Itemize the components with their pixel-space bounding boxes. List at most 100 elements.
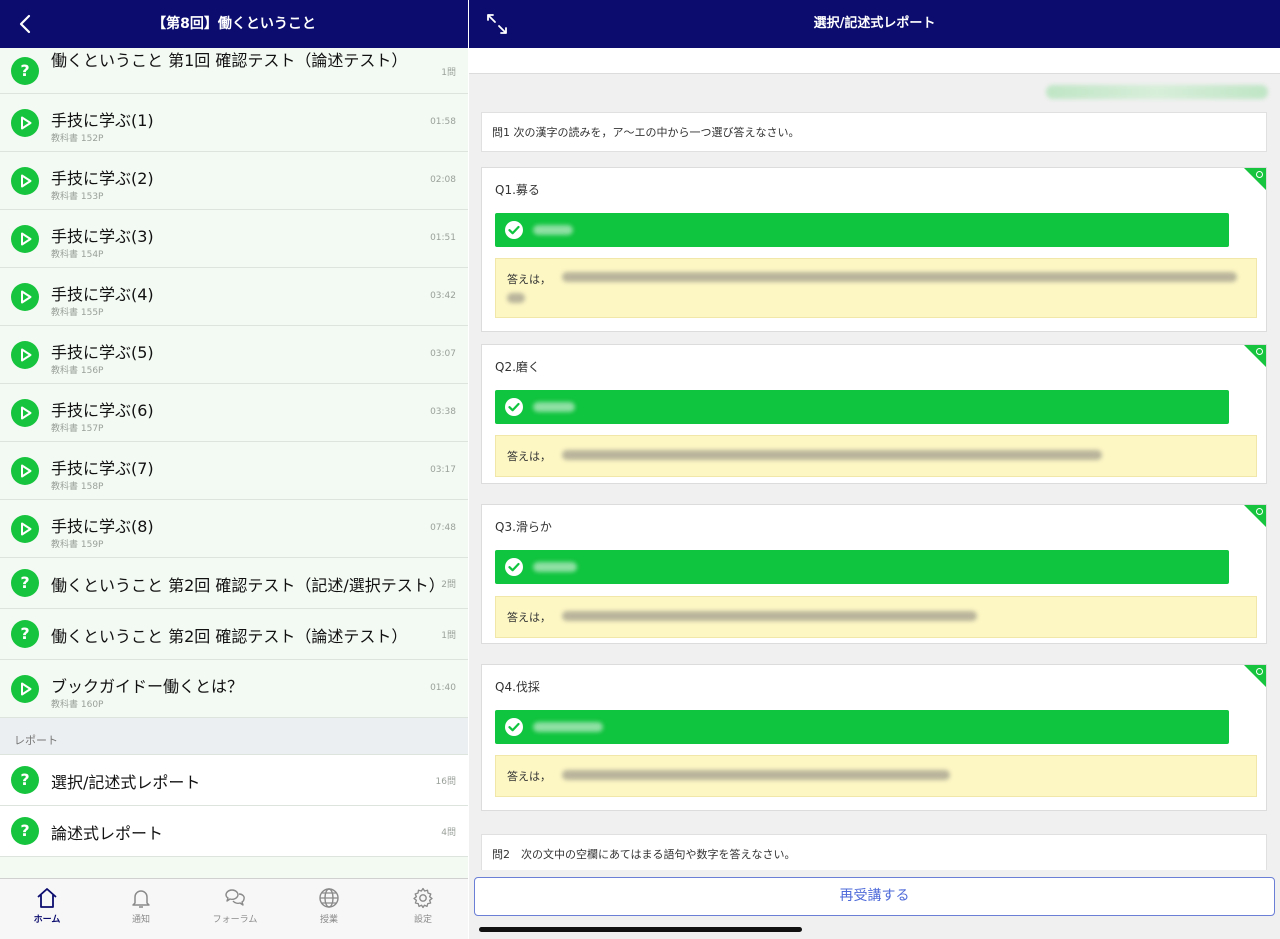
lesson-duration: 01:51 [430,232,456,243]
tab-notifications[interactable]: 通知 [94,879,188,939]
back-chevron-icon[interactable] [14,12,38,36]
selected-answer [495,710,1229,744]
lesson-item[interactable]: ? 働くということ 第1回 確認テスト（論述テスト） 1問 [0,48,468,94]
lesson-item[interactable]: 手技に学ぶ(7) 教科書 158P 03:17 [0,442,468,500]
question-prompt: 問1 次の漢字の読みを，ア〜エの中から一つ選び答えなさい。 [481,112,1267,152]
chat-icon [225,889,245,906]
lesson-item[interactable]: ? 働くということ 第2回 確認テスト（論述テスト） 1問 [0,609,468,660]
play-icon [11,514,39,543]
lesson-subtitle: 教科書 154P [51,250,104,260]
report-item[interactable]: ? 論述式レポート 4問 [0,806,468,857]
redacted-timestamp [1046,85,1268,99]
check-circle-icon [505,398,523,416]
tab-label: 授業 [319,915,338,925]
lesson-item[interactable]: 手技に学ぶ(1) 教科書 152P 01:58 [0,94,468,152]
lesson-duration: 03:17 [430,464,456,475]
question-card: Q1.募る 答えは， [481,167,1267,332]
tab-label: 通知 [131,915,150,925]
selected-answer [495,213,1229,247]
tab-label: フォーラム [212,915,258,925]
left-header: 【第8回】働くということ [0,0,468,48]
correct-corner-badge [1244,665,1266,687]
lesson-title: 手技に学ぶ(7) [51,459,154,478]
explanation-box: 答えは， [495,435,1257,477]
selected-answer [495,550,1229,584]
lesson-item[interactable]: 手技に学ぶ(6) 教科書 157P 03:38 [0,384,468,442]
lesson-title: 手技に学ぶ(8) [51,517,154,536]
report-title-heading: 選択/記述式レポート [813,16,936,31]
redacted-explanation [507,293,525,303]
lesson-subtitle: 教科書 157P [51,424,104,434]
retake-button[interactable]: 再受講する [474,877,1275,916]
play-icon [11,674,39,703]
lesson-item[interactable]: 手技に学ぶ(8) 教科書 159P 07:48 [0,500,468,558]
lesson-item[interactable]: 手技に学ぶ(2) 教科書 153P 02:08 [0,152,468,210]
lesson-list: ? 働くということ 第1回 確認テスト（論述テスト） 1問 手技に学ぶ(1) 教… [0,48,468,878]
lesson-item[interactable]: ブックガイドー働くとは？ 教科書 160P 01:40 [0,660,468,718]
report-content[interactable]: 問1 次の漢字の読みを，ア〜エの中から一つ選び答えなさい。 Q1.募る 答えは， [469,75,1280,870]
lesson-item[interactable]: 手技に学ぶ(5) 教科書 156P 03:07 [0,326,468,384]
bell-icon [132,890,150,908]
play-icon [11,456,39,485]
tab-home[interactable]: ホーム [0,879,94,939]
course-sidebar: 【第8回】働くということ ? 働くということ 第1回 確認テスト（論述テスト） … [0,0,468,939]
question-mark-icon: ? [11,620,39,648]
course-title: 【第8回】働くということ [152,16,316,32]
lesson-item[interactable]: ? 働くということ 第2回 確認テスト（記述/選択テスト） 2問 [0,558,468,609]
lesson-subtitle: 教科書 155P [51,308,104,318]
question-title: Q4.伐採 [495,680,540,694]
lesson-subtitle: 教科書 152P [51,134,104,144]
tab-settings[interactable]: 設定 [376,879,470,939]
report-title: 論述式レポート [51,824,164,843]
lesson-title: 手技に学ぶ(6) [51,401,154,420]
explanation-box: 答えは， [495,596,1257,638]
redacted-explanation [562,611,977,621]
question-title: Q1.募る [495,183,540,197]
right-header: 選択/記述式レポート [469,0,1280,48]
check-circle-icon [505,558,523,576]
explanation-lead: 答えは， [507,450,551,463]
lesson-title: 手技に学ぶ(3) [51,227,154,246]
lesson-duration: 01:58 [430,116,456,127]
tab-label: ホーム [33,915,61,925]
lesson-title: 働くということ 第1回 確認テスト（論述テスト） [51,51,408,70]
lesson-title: 手技に学ぶ(1) [51,111,154,130]
lesson-duration: 03:42 [430,290,456,301]
lesson-meta: 1問 [441,67,456,78]
lesson-subtitle: 教科書 153P [51,192,104,202]
check-circle-icon [505,718,523,736]
redacted-answer [533,225,573,235]
lesson-subtitle: 教科書 158P [51,482,104,492]
correct-corner-badge [1244,505,1266,527]
check-circle-icon [505,221,523,239]
correct-corner-badge [1244,345,1266,367]
tab-forum[interactable]: フォーラム [188,879,282,939]
question-mark-icon: ? [11,817,39,845]
correct-mark-icon [1256,171,1263,178]
report-item[interactable]: ? 選択/記述式レポート 16問 [0,755,468,806]
tab-label: 設定 [413,915,432,925]
play-icon [11,398,39,427]
redacted-explanation [562,450,1102,460]
redacted-explanation [562,272,1237,282]
report-meta: 4問 [441,828,456,838]
correct-mark-icon [1256,348,1263,355]
lesson-item[interactable]: 手技に学ぶ(3) 教科書 154P 01:51 [0,210,468,268]
correct-corner-badge [1244,168,1266,190]
lesson-item[interactable]: 手技に学ぶ(4) 教科書 155P 03:42 [0,268,468,326]
explanation-lead: 答えは， [507,611,551,624]
lesson-duration: 02:08 [430,174,456,185]
lesson-title: 手技に学ぶ(2) [51,169,154,188]
redacted-answer [533,402,575,412]
question-prompt: 問2 次の文中の空欄にあてはまる語句や数字を答えなさい。 [481,834,1267,870]
explanation-lead: 答えは， [507,770,551,783]
tab-classes[interactable]: 授業 [282,879,376,939]
lesson-title: 手技に学ぶ(4) [51,285,154,304]
redacted-answer [533,722,603,732]
question-card: Q3.滑らか 答えは， [481,504,1267,644]
correct-mark-icon [1256,508,1263,515]
lesson-duration: 03:38 [430,406,456,417]
play-icon [11,224,39,253]
bottom-tab-bar: ホーム 通知 フォーラム 授業 設定 [0,878,468,939]
lesson-title: ブックガイドー働くとは？ [51,677,244,696]
